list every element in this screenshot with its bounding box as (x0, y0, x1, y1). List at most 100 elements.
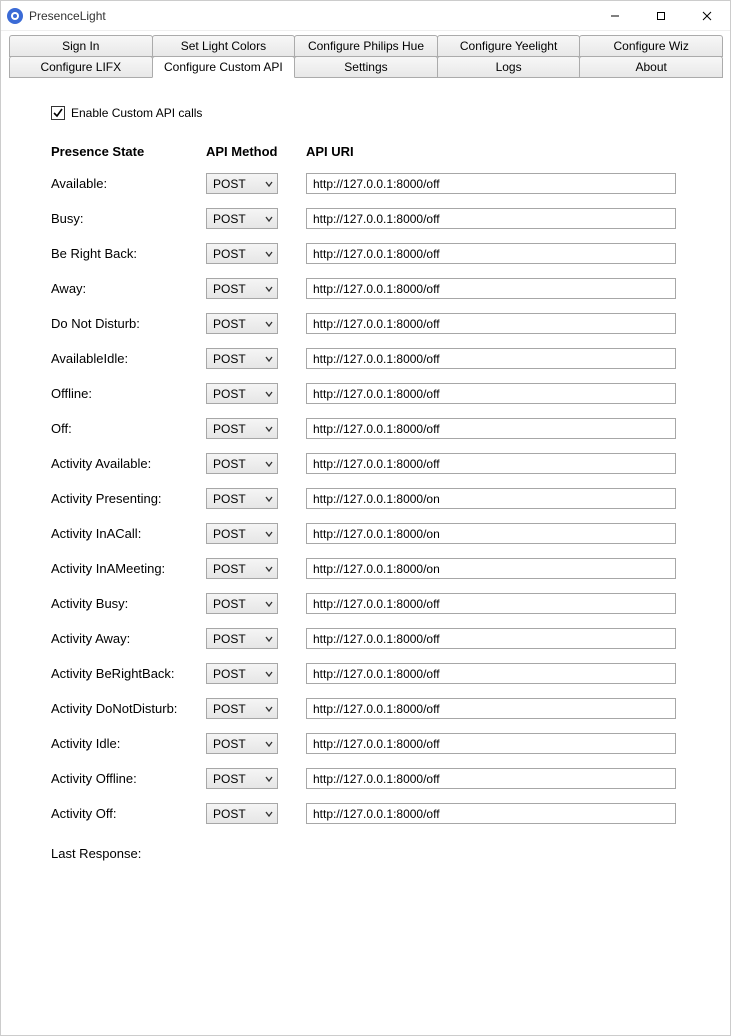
chevron-down-icon (265, 740, 273, 748)
api-method-select[interactable]: POST (206, 768, 278, 789)
api-uri-input[interactable] (306, 733, 676, 754)
state-label: Activity Available: (51, 456, 186, 471)
tab-set-light-colors[interactable]: Set Light Colors (152, 35, 296, 57)
state-label: Activity DoNotDisturb: (51, 701, 186, 716)
api-uri-input[interactable] (306, 418, 676, 439)
api-method-select[interactable]: POST (206, 488, 278, 509)
api-method-select[interactable]: POST (206, 383, 278, 404)
api-uri-input[interactable] (306, 628, 676, 649)
api-method-value: POST (213, 387, 246, 401)
api-method-value: POST (213, 632, 246, 646)
header-presence-state: Presence State (51, 144, 186, 159)
chevron-down-icon (265, 565, 273, 573)
tab-configure-philips-hue[interactable]: Configure Philips Hue (294, 35, 438, 57)
api-method-value: POST (213, 317, 246, 331)
tabs-row-1: Sign InSet Light ColorsConfigure Philips… (9, 35, 722, 57)
api-uri-input[interactable] (306, 453, 676, 474)
tab-control: Sign InSet Light ColorsConfigure Philips… (1, 31, 730, 78)
api-method-select[interactable]: POST (206, 803, 278, 824)
state-label: AvailableIdle: (51, 351, 186, 366)
state-label: Activity Away: (51, 631, 186, 646)
state-label: Available: (51, 176, 186, 191)
state-label: Off: (51, 421, 186, 436)
api-method-value: POST (213, 737, 246, 751)
chevron-down-icon (265, 600, 273, 608)
api-uri-input[interactable] (306, 558, 676, 579)
tab-about[interactable]: About (579, 56, 723, 78)
api-method-select[interactable]: POST (206, 628, 278, 649)
close-button[interactable] (684, 1, 730, 30)
state-label: Busy: (51, 211, 186, 226)
api-method-select[interactable]: POST (206, 558, 278, 579)
checkbox-label: Enable Custom API calls (71, 106, 202, 120)
api-method-select[interactable]: POST (206, 733, 278, 754)
api-method-value: POST (213, 457, 246, 471)
api-method-select[interactable]: POST (206, 418, 278, 439)
header-api-method: API Method (206, 144, 286, 159)
api-method-select[interactable]: POST (206, 593, 278, 614)
api-method-select[interactable]: POST (206, 208, 278, 229)
api-method-select[interactable]: POST (206, 313, 278, 334)
api-method-value: POST (213, 177, 246, 191)
state-label: Activity InAMeeting: (51, 561, 186, 576)
api-uri-input[interactable] (306, 313, 676, 334)
api-method-select[interactable]: POST (206, 173, 278, 194)
maximize-button[interactable] (638, 1, 684, 30)
chevron-down-icon (265, 775, 273, 783)
tab-configure-custom-api[interactable]: Configure Custom API (152, 56, 296, 78)
chevron-down-icon (265, 355, 273, 363)
api-uri-input[interactable] (306, 663, 676, 684)
tab-sign-in[interactable]: Sign In (9, 35, 153, 57)
api-method-select[interactable]: POST (206, 663, 278, 684)
api-uri-input[interactable] (306, 173, 676, 194)
api-method-value: POST (213, 667, 246, 681)
enable-custom-api-checkbox[interactable]: Enable Custom API calls (51, 106, 710, 120)
api-uri-input[interactable] (306, 488, 676, 509)
api-uri-input[interactable] (306, 593, 676, 614)
tab-logs[interactable]: Logs (437, 56, 581, 78)
api-uri-input[interactable] (306, 243, 676, 264)
api-method-select[interactable]: POST (206, 453, 278, 474)
tab-configure-wiz[interactable]: Configure Wiz (579, 35, 723, 57)
window-title: PresenceLight (29, 9, 106, 23)
api-uri-input[interactable] (306, 278, 676, 299)
api-uri-input[interactable] (306, 803, 676, 824)
api-method-value: POST (213, 702, 246, 716)
api-method-value: POST (213, 772, 246, 786)
api-method-select[interactable]: POST (206, 243, 278, 264)
api-method-select[interactable]: POST (206, 278, 278, 299)
app-icon (7, 8, 23, 24)
api-uri-input[interactable] (306, 768, 676, 789)
api-method-value: POST (213, 212, 246, 226)
state-label: Do Not Disturb: (51, 316, 186, 331)
api-uri-input[interactable] (306, 698, 676, 719)
last-response-label: Last Response: (51, 846, 710, 861)
tab-configure-lifx[interactable]: Configure LIFX (9, 56, 153, 78)
api-method-select[interactable]: POST (206, 523, 278, 544)
chevron-down-icon (265, 285, 273, 293)
api-uri-input[interactable] (306, 208, 676, 229)
api-method-value: POST (213, 352, 246, 366)
api-uri-input[interactable] (306, 523, 676, 544)
chevron-down-icon (265, 635, 273, 643)
minimize-button[interactable] (592, 1, 638, 30)
chevron-down-icon (265, 425, 273, 433)
tab-settings[interactable]: Settings (294, 56, 438, 78)
state-label: Activity InACall: (51, 526, 186, 541)
api-uri-input[interactable] (306, 383, 676, 404)
header-api-uri: API URI (306, 144, 676, 159)
tab-configure-yeelight[interactable]: Configure Yeelight (437, 35, 581, 57)
checkbox-icon (51, 106, 65, 120)
api-method-select[interactable]: POST (206, 348, 278, 369)
api-method-value: POST (213, 492, 246, 506)
state-label: Away: (51, 281, 186, 296)
state-label: Be Right Back: (51, 246, 186, 261)
api-method-select[interactable]: POST (206, 698, 278, 719)
chevron-down-icon (265, 320, 273, 328)
state-label: Activity Offline: (51, 771, 186, 786)
api-uri-input[interactable] (306, 348, 676, 369)
titlebar: PresenceLight (1, 1, 730, 31)
chevron-down-icon (265, 250, 273, 258)
api-method-value: POST (213, 527, 246, 541)
api-method-value: POST (213, 597, 246, 611)
